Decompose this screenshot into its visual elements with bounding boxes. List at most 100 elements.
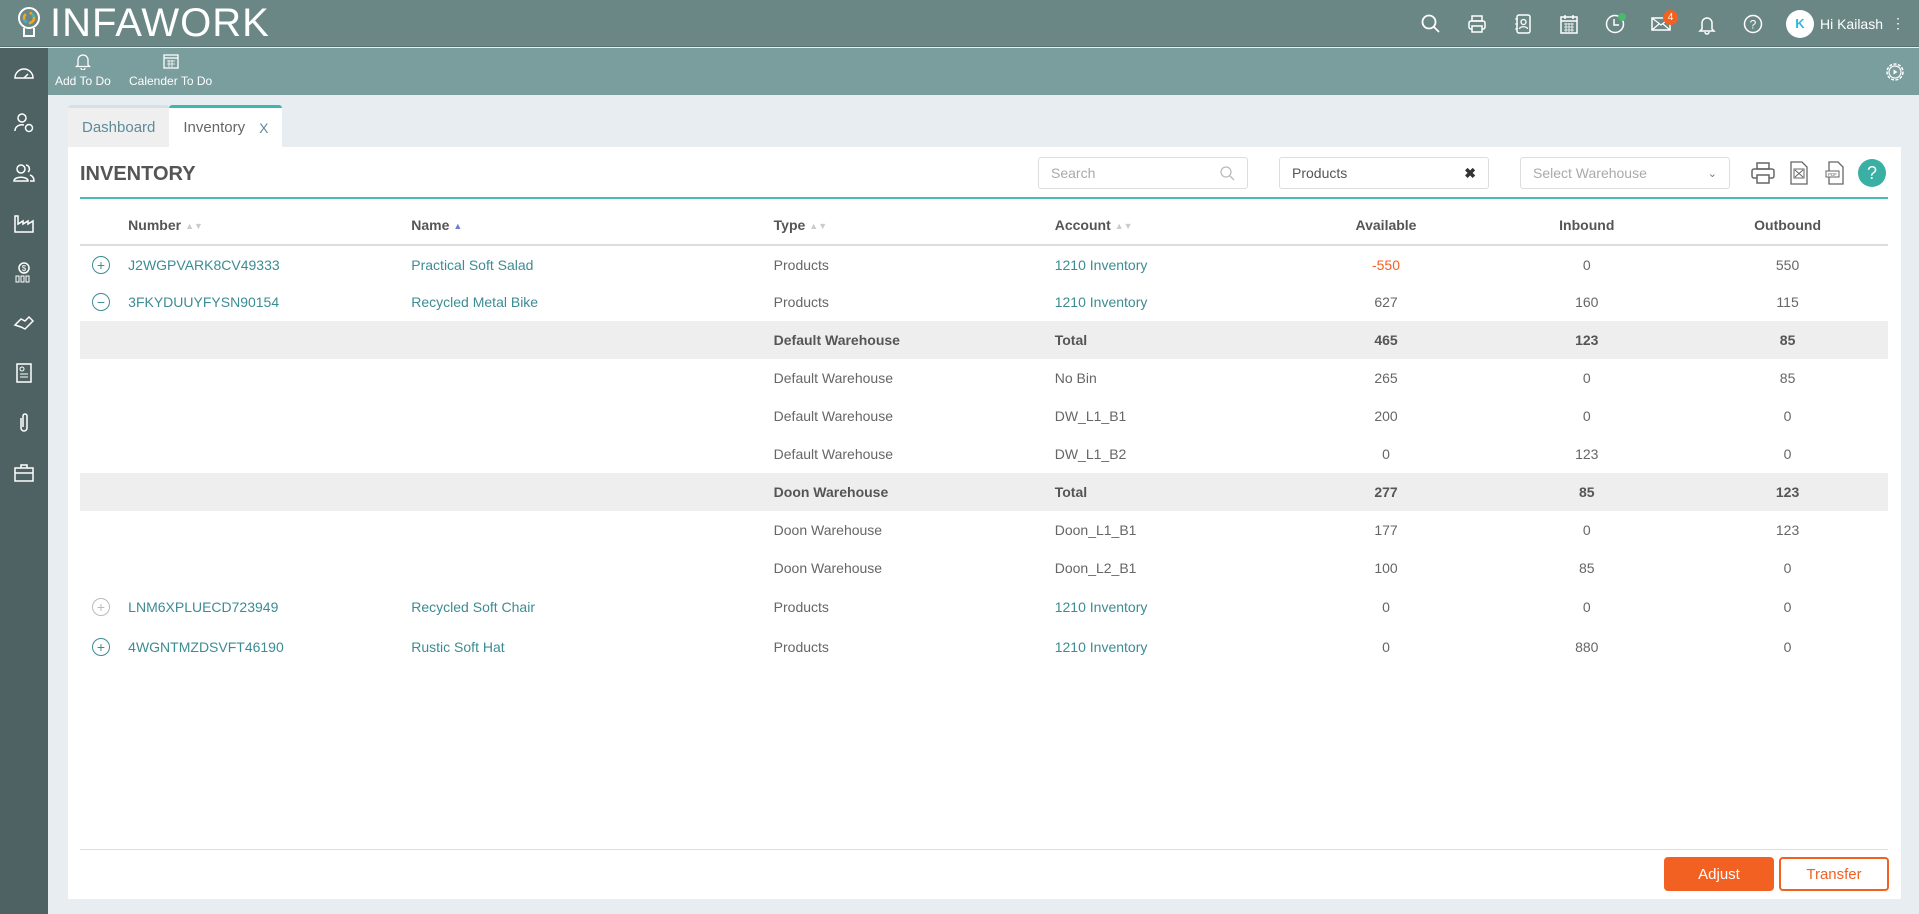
search-input[interactable]: Search	[1038, 157, 1248, 189]
available-qty: 177	[1374, 522, 1398, 538]
col-type[interactable]: Type ▲▼	[773, 205, 1055, 246]
item-number-link[interactable]: 3FKYDUUYFYSN90154	[128, 294, 279, 310]
item-name-link[interactable]: Recycled Metal Bike	[411, 294, 538, 310]
warehouse-name: Default Warehouse	[773, 446, 893, 462]
outbound-qty: 115	[1776, 294, 1799, 310]
clock-icon[interactable]	[1592, 0, 1638, 47]
close-tab-icon[interactable]: X	[259, 120, 268, 136]
help-button[interactable]: ?	[1858, 159, 1886, 187]
expand-row-icon[interactable]: +	[92, 638, 110, 656]
type-filter-select[interactable]: Products ✖	[1279, 157, 1489, 189]
outbound-qty: 123	[1775, 522, 1800, 538]
print-icon[interactable]	[1454, 0, 1500, 47]
search-placeholder: Search	[1051, 165, 1096, 181]
sort-icon[interactable]: ▲▼	[809, 221, 827, 231]
item-number-link[interactable]: J2WGPVARK8CV49333	[128, 257, 279, 273]
expand-row-icon[interactable]: +	[92, 598, 110, 616]
transfer-button[interactable]: Transfer	[1779, 857, 1889, 891]
inbound-qty: 0	[1582, 599, 1591, 615]
outbound-qty: 0	[1783, 446, 1792, 462]
available-qty: 0	[1382, 446, 1390, 462]
tab-inventory[interactable]: Inventory X	[169, 105, 283, 147]
speedometer-icon	[14, 68, 34, 79]
settings-gear-icon[interactable]	[1883, 60, 1907, 84]
inbound-qty: 85	[1578, 560, 1595, 576]
sidebar: $	[0, 48, 48, 914]
excel-export-icon[interactable]	[1786, 159, 1812, 187]
title-divider	[80, 197, 1888, 199]
sidebar-item-manufacturing[interactable]	[0, 198, 48, 248]
search-icon[interactable]	[1408, 0, 1454, 47]
item-type: Products	[773, 294, 829, 310]
inbound-qty: 0	[1582, 370, 1591, 386]
inbound-qty: 0	[1582, 256, 1591, 273]
account-link[interactable]: 1210 Inventory	[1055, 257, 1148, 273]
outbound-qty: 123	[1687, 473, 1888, 511]
expand-row-icon[interactable]: +	[92, 255, 110, 274]
available-qty: 0	[1382, 639, 1390, 655]
item-type: Products	[773, 639, 829, 655]
item-number-link[interactable]: 4WGNTMZDSVFT46190	[128, 639, 284, 655]
type-filter-value: Products	[1292, 165, 1348, 181]
outbound-qty: 0	[1783, 599, 1792, 615]
warehouse-placeholder: Select Warehouse	[1533, 165, 1647, 181]
more-options-icon[interactable]: ⋮	[1891, 16, 1905, 30]
col-number[interactable]: Number ▲▼	[128, 205, 412, 246]
item-name-link[interactable]: Recycled Soft Chair	[411, 599, 535, 615]
account-link[interactable]: 1210 Inventory	[1055, 639, 1148, 655]
item-name-link[interactable]: Rustic Soft Hat	[411, 639, 504, 655]
tab-dashboard[interactable]: Dashboard	[68, 105, 170, 147]
warehouse-name: Doon Warehouse	[773, 522, 883, 538]
inbound-qty: 160	[1575, 294, 1599, 310]
sidebar-item-reports[interactable]	[0, 348, 48, 398]
bin-name: DW_L1_B1	[1054, 408, 1127, 424]
add-todo-button[interactable]: Add To Do	[55, 52, 111, 88]
bin-row: Doon Warehouse Doon_L1_B1 177 0 123	[80, 511, 1888, 549]
calendar-icon[interactable]	[1546, 0, 1592, 47]
contacts-icon[interactable]	[1500, 0, 1546, 47]
sidebar-item-attachments[interactable]	[0, 398, 48, 448]
warehouse-name: Doon Warehouse	[773, 560, 883, 576]
sort-icon[interactable]: ▲▼	[1115, 221, 1133, 231]
col-outbound: Outbound	[1687, 205, 1888, 246]
account-link[interactable]: 1210 Inventory	[1055, 599, 1148, 615]
outbound-qty: 0	[1783, 560, 1792, 576]
sidebar-item-user-settings[interactable]	[0, 98, 48, 148]
account-link[interactable]: 1210 Inventory	[1055, 294, 1148, 310]
calendar-todo-button[interactable]: Calender To Do	[129, 52, 212, 88]
help-icon[interactable]: ?	[1730, 0, 1776, 47]
paperclip-icon	[20, 413, 28, 432]
available-qty: 100	[1374, 560, 1398, 576]
print-icon[interactable]	[1750, 159, 1776, 187]
inbound-qty: 123	[1486, 321, 1688, 359]
user-menu[interactable]: K Hi Kailash ⋮	[1785, 9, 1905, 38]
col-name[interactable]: Name ▲	[411, 205, 774, 246]
logo[interactable]: INFAWORK	[14, 1, 270, 46]
tab-label: Dashboard	[82, 119, 156, 136]
sidebar-item-deals[interactable]	[0, 298, 48, 348]
inbound-qty: 85	[1486, 473, 1688, 511]
mail-icon[interactable]: 4	[1638, 0, 1684, 47]
sort-icon[interactable]: ▲▼	[185, 221, 203, 231]
item-number-link[interactable]: LNM6XPLUECD723949	[128, 599, 278, 615]
svg-text:$: $	[22, 264, 27, 273]
col-account[interactable]: Account ▲▼	[1054, 205, 1286, 246]
outbound-qty: 85	[1687, 321, 1888, 359]
sidebar-item-jobs[interactable]	[0, 448, 48, 498]
sort-ascending-icon[interactable]: ▲	[453, 221, 462, 231]
sidebar-item-dashboard[interactable]	[0, 48, 48, 98]
pdf-export-icon[interactable]: PDF	[1822, 159, 1848, 187]
adjust-button[interactable]: Adjust	[1664, 857, 1774, 891]
sidebar-item-contacts[interactable]	[0, 148, 48, 198]
bell-icon[interactable]	[1684, 0, 1730, 47]
svg-text:PDF: PDF	[1828, 172, 1837, 177]
bin-name: No Bin	[1054, 370, 1097, 386]
clear-filter-icon[interactable]: ✖	[1464, 165, 1476, 182]
money-icon: $	[15, 262, 30, 283]
sidebar-item-finance[interactable]: $	[0, 248, 48, 298]
collapse-row-icon[interactable]: −	[92, 293, 110, 311]
col-inbound: Inbound	[1486, 205, 1688, 246]
top-bar: INFAWORK 4 ? K Hi Kailash ⋮	[0, 0, 1919, 47]
item-name-link[interactable]: Practical Soft Salad	[411, 257, 533, 273]
warehouse-select[interactable]: Select Warehouse ⌄	[1520, 157, 1730, 189]
